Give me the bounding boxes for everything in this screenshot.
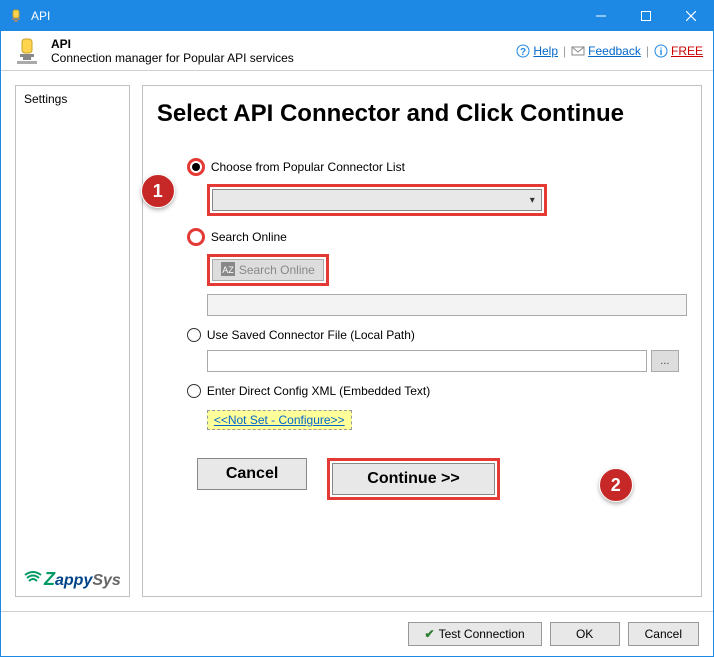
search-online-button-label: Search Online: [239, 263, 315, 277]
option-xml-row: Enter Direct Config XML (Embedded Text): [187, 384, 687, 398]
main-panel: Select API Connector and Click Continue …: [142, 85, 702, 597]
connector-dropdown[interactable]: ▾: [212, 189, 542, 211]
option-search-label: Search Online: [211, 230, 287, 244]
header-links: ? Help | Feedback | i FREE: [516, 44, 703, 58]
option-xml-label: Enter Direct Config XML (Embedded Text): [207, 384, 430, 398]
radio-xml[interactable]: [187, 384, 201, 398]
window-titlebar: API: [1, 1, 713, 31]
app-icon: [11, 35, 43, 67]
header-band: API Connection manager for Popular API s…: [1, 31, 713, 71]
option-search-row: Search Online: [187, 228, 687, 246]
xml-config-link[interactable]: <<Not Set - Configure>>: [207, 410, 352, 430]
sidebar-item-settings[interactable]: Settings: [24, 92, 121, 106]
help-link[interactable]: Help: [533, 44, 558, 58]
help-icon: ?: [516, 44, 530, 58]
highlight-box-continue: Continue >>: [327, 458, 499, 500]
close-button[interactable]: [668, 1, 713, 31]
test-connection-button[interactable]: ✔ Test Connection: [408, 622, 542, 646]
header-title: API: [51, 37, 516, 51]
step-badge-1: 1: [141, 174, 175, 208]
highlight-box-dropdown: ▾: [207, 184, 547, 216]
mail-icon: [571, 44, 585, 58]
option-local-row: Use Saved Connector File (Local Path): [187, 328, 687, 342]
cancel-button[interactable]: Cancel: [628, 622, 699, 646]
panel-title: Select API Connector and Click Continue: [157, 100, 687, 128]
free-link[interactable]: FREE: [671, 44, 703, 58]
option-local-label: Use Saved Connector File (Local Path): [207, 328, 415, 342]
brand-logo: ZappySys: [24, 569, 121, 590]
continue-button[interactable]: Continue >>: [332, 463, 494, 495]
header-subtitle: Connection manager for Popular API servi…: [51, 51, 516, 65]
search-az-icon: AZ: [221, 262, 235, 279]
header-text: API Connection manager for Popular API s…: [51, 37, 516, 65]
radio-popular[interactable]: [187, 158, 205, 176]
minimize-button[interactable]: [578, 1, 623, 31]
option-popular-row: Choose from Popular Connector List: [187, 158, 687, 176]
check-icon: ✔: [425, 627, 435, 641]
radio-local[interactable]: [187, 328, 201, 342]
step-badge-2: 2: [599, 468, 633, 502]
svg-text:?: ?: [520, 47, 526, 58]
window-icon: [1, 1, 31, 31]
feedback-link[interactable]: Feedback: [588, 44, 641, 58]
brand-logo-icon: [24, 569, 42, 590]
cancel-big-button[interactable]: Cancel: [197, 458, 307, 490]
svg-text:AZ: AZ: [222, 265, 234, 275]
radio-search[interactable]: [187, 228, 205, 246]
footer: ✔ Test Connection OK Cancel: [1, 611, 713, 655]
search-online-button[interactable]: AZ Search Online: [212, 259, 324, 281]
local-path-input[interactable]: [207, 350, 647, 372]
separator: |: [563, 44, 566, 58]
separator: |: [646, 44, 649, 58]
brand-text: ZappySys: [44, 569, 121, 590]
svg-text:i: i: [660, 47, 663, 58]
option-popular-label: Choose from Popular Connector List: [211, 160, 405, 174]
body-area: Settings ZappySys Select API Connector a…: [1, 71, 713, 611]
sidebar: Settings ZappySys: [15, 85, 130, 597]
info-icon: i: [654, 44, 668, 58]
test-connection-label: Test Connection: [439, 627, 525, 641]
ok-button[interactable]: OK: [550, 622, 620, 646]
highlight-box-searchbtn: AZ Search Online: [207, 254, 329, 286]
search-online-input[interactable]: [207, 294, 687, 316]
browse-button[interactable]: ...: [651, 350, 679, 372]
window-title: API: [31, 9, 578, 23]
maximize-button[interactable]: [623, 1, 668, 31]
chevron-down-icon: ▾: [530, 195, 535, 206]
